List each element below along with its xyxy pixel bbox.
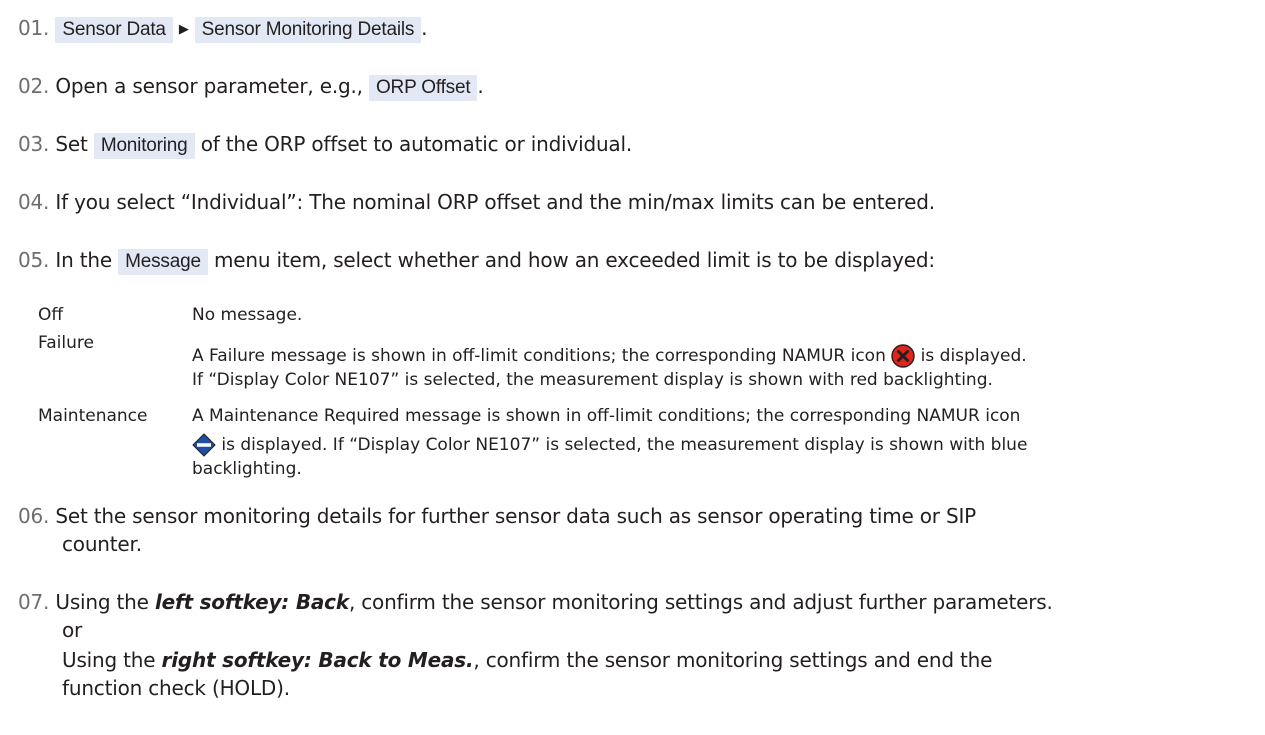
option-term-maintenance: Maintenance — [38, 406, 148, 426]
namur-failure-icon — [891, 344, 915, 368]
breadcrumb-arrow-icon: ▶ — [178, 22, 189, 37]
step-05: 05. In the Message menu item, select whe… — [18, 246, 935, 276]
softkey-left-back: left softkey: Back — [154, 590, 349, 614]
step-number: 01. — [18, 16, 50, 40]
instruction-page: 01. Sensor Data ▶ Sensor Monitoring Detail… — [0, 0, 1265, 735]
step-02: 02. Open a sensor parameter, e.g., ORP O… — [18, 72, 484, 102]
step-06: 06. Set the sensor monitoring details fo… — [18, 504, 977, 556]
namur-maintenance-icon — [192, 433, 216, 457]
option-desc-off: No message. — [192, 305, 303, 325]
parameter-orp-offset: ORP Offset — [368, 75, 478, 101]
option-desc-failure: A Failure message is shown in off-limit … — [192, 344, 1027, 390]
option-term-failure: Failure — [38, 333, 94, 353]
step-03: 03. Set Monitoring of the ORP offset to … — [18, 130, 632, 160]
softkey-right-back-to-meas: right softkey: Back to Meas. — [161, 648, 474, 672]
parameter-message: Message — [118, 249, 208, 275]
step-number: 04. — [18, 190, 50, 214]
step-07: 07. Using the left softkey: Back, confir… — [18, 590, 1053, 700]
menu-path-sensor-data: Sensor Data — [55, 17, 173, 43]
option-term-off: Off — [38, 305, 64, 325]
step-number: 03. — [18, 132, 50, 156]
step-01: 01. Sensor Data ▶ Sensor Monitoring Detail… — [18, 14, 428, 46]
option-desc-maintenance: A Maintenance Required message is shown … — [192, 406, 1028, 479]
step-number: 05. — [18, 248, 50, 272]
step-number: 02. — [18, 74, 50, 98]
step-number: 07. — [18, 590, 50, 614]
step-number: 06. — [18, 504, 50, 528]
menu-path-sensor-monitoring-details: Sensor Monitoring Details — [194, 17, 422, 43]
step-04: 04. If you select “Individual”: The nomi… — [18, 190, 935, 214]
parameter-monitoring: Monitoring — [93, 133, 195, 159]
